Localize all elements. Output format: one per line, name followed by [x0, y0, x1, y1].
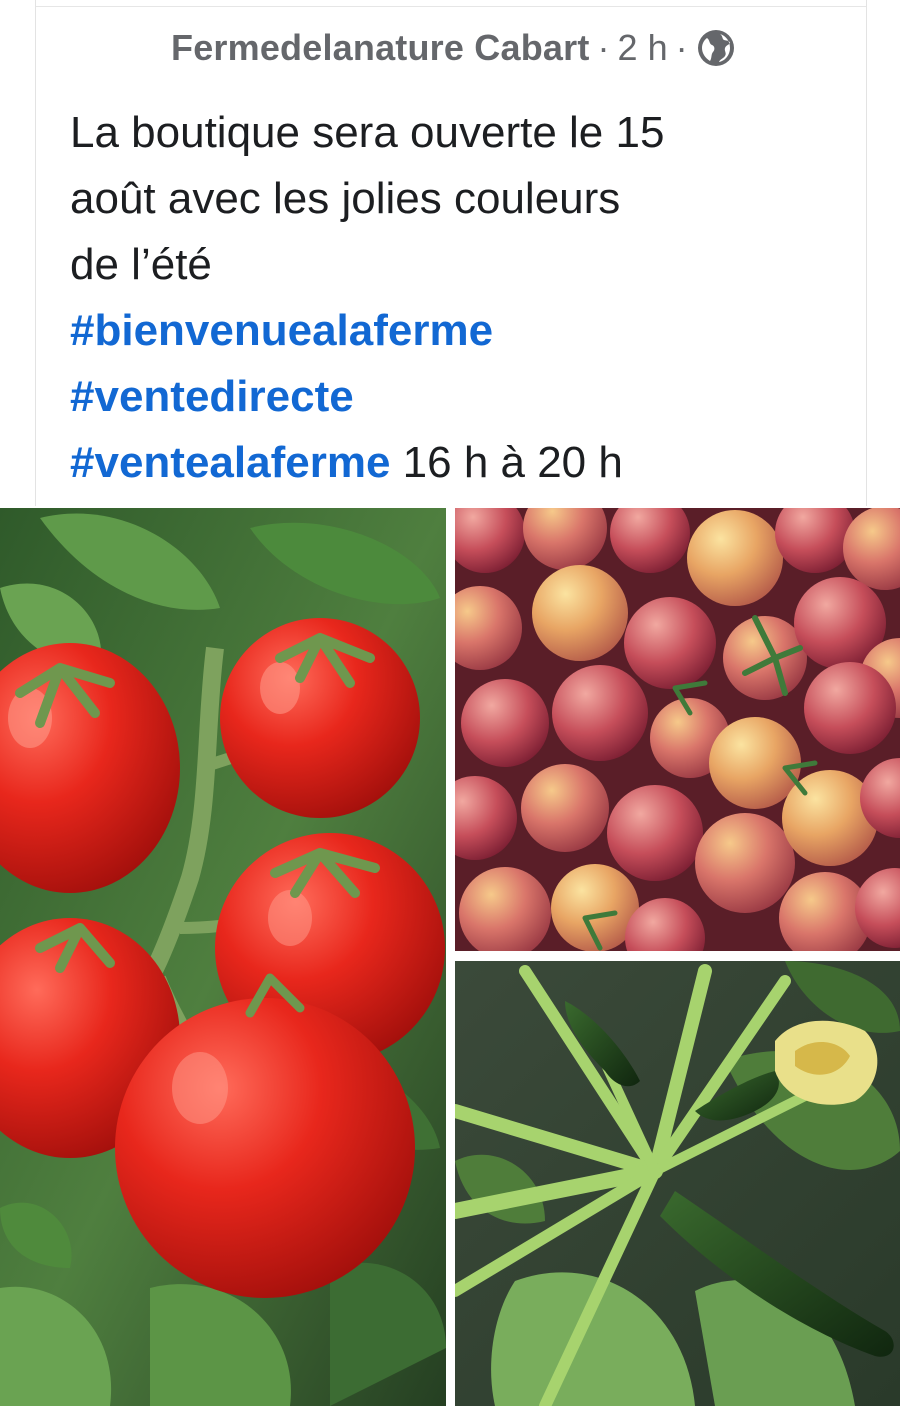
post-timestamp[interactable]: 2 h [618, 27, 668, 69]
photo-zucchini-plant[interactable] [455, 961, 900, 1406]
author-name[interactable]: Fermedelanature Cabart [171, 27, 590, 69]
meta-separator: · [597, 27, 610, 68]
hashtag-link[interactable]: #bienvenuealaferme [70, 306, 493, 355]
post-text-line: août avec les jolies couleurs [70, 174, 621, 223]
post-card: Fermedelanature Cabart · 2 h · La boutiq… [35, 0, 867, 506]
hashtag-link[interactable]: #ventealaferme [70, 438, 390, 487]
meta-separator: · [675, 27, 688, 68]
photo-red-tomatoes[interactable] [0, 508, 446, 1406]
post-body: La boutique sera ouverte le 15 août avec… [70, 100, 860, 496]
post-text-line: de l’été [70, 240, 212, 289]
photo-cherry-tomatoes[interactable] [455, 508, 900, 951]
globe-icon[interactable] [696, 28, 736, 68]
post-text-line: La boutique sera ouverte le 15 [70, 108, 665, 157]
facebook-post-page: Fermedelanature Cabart · 2 h · La boutiq… [0, 0, 900, 1406]
divider [36, 6, 866, 7]
photo-grid [0, 508, 900, 1406]
post-header: Fermedelanature Cabart · 2 h · [171, 24, 736, 72]
hashtag-link[interactable]: #ventedirecte [70, 372, 354, 421]
opening-hours-text: 16 h à 20 h [402, 438, 623, 487]
